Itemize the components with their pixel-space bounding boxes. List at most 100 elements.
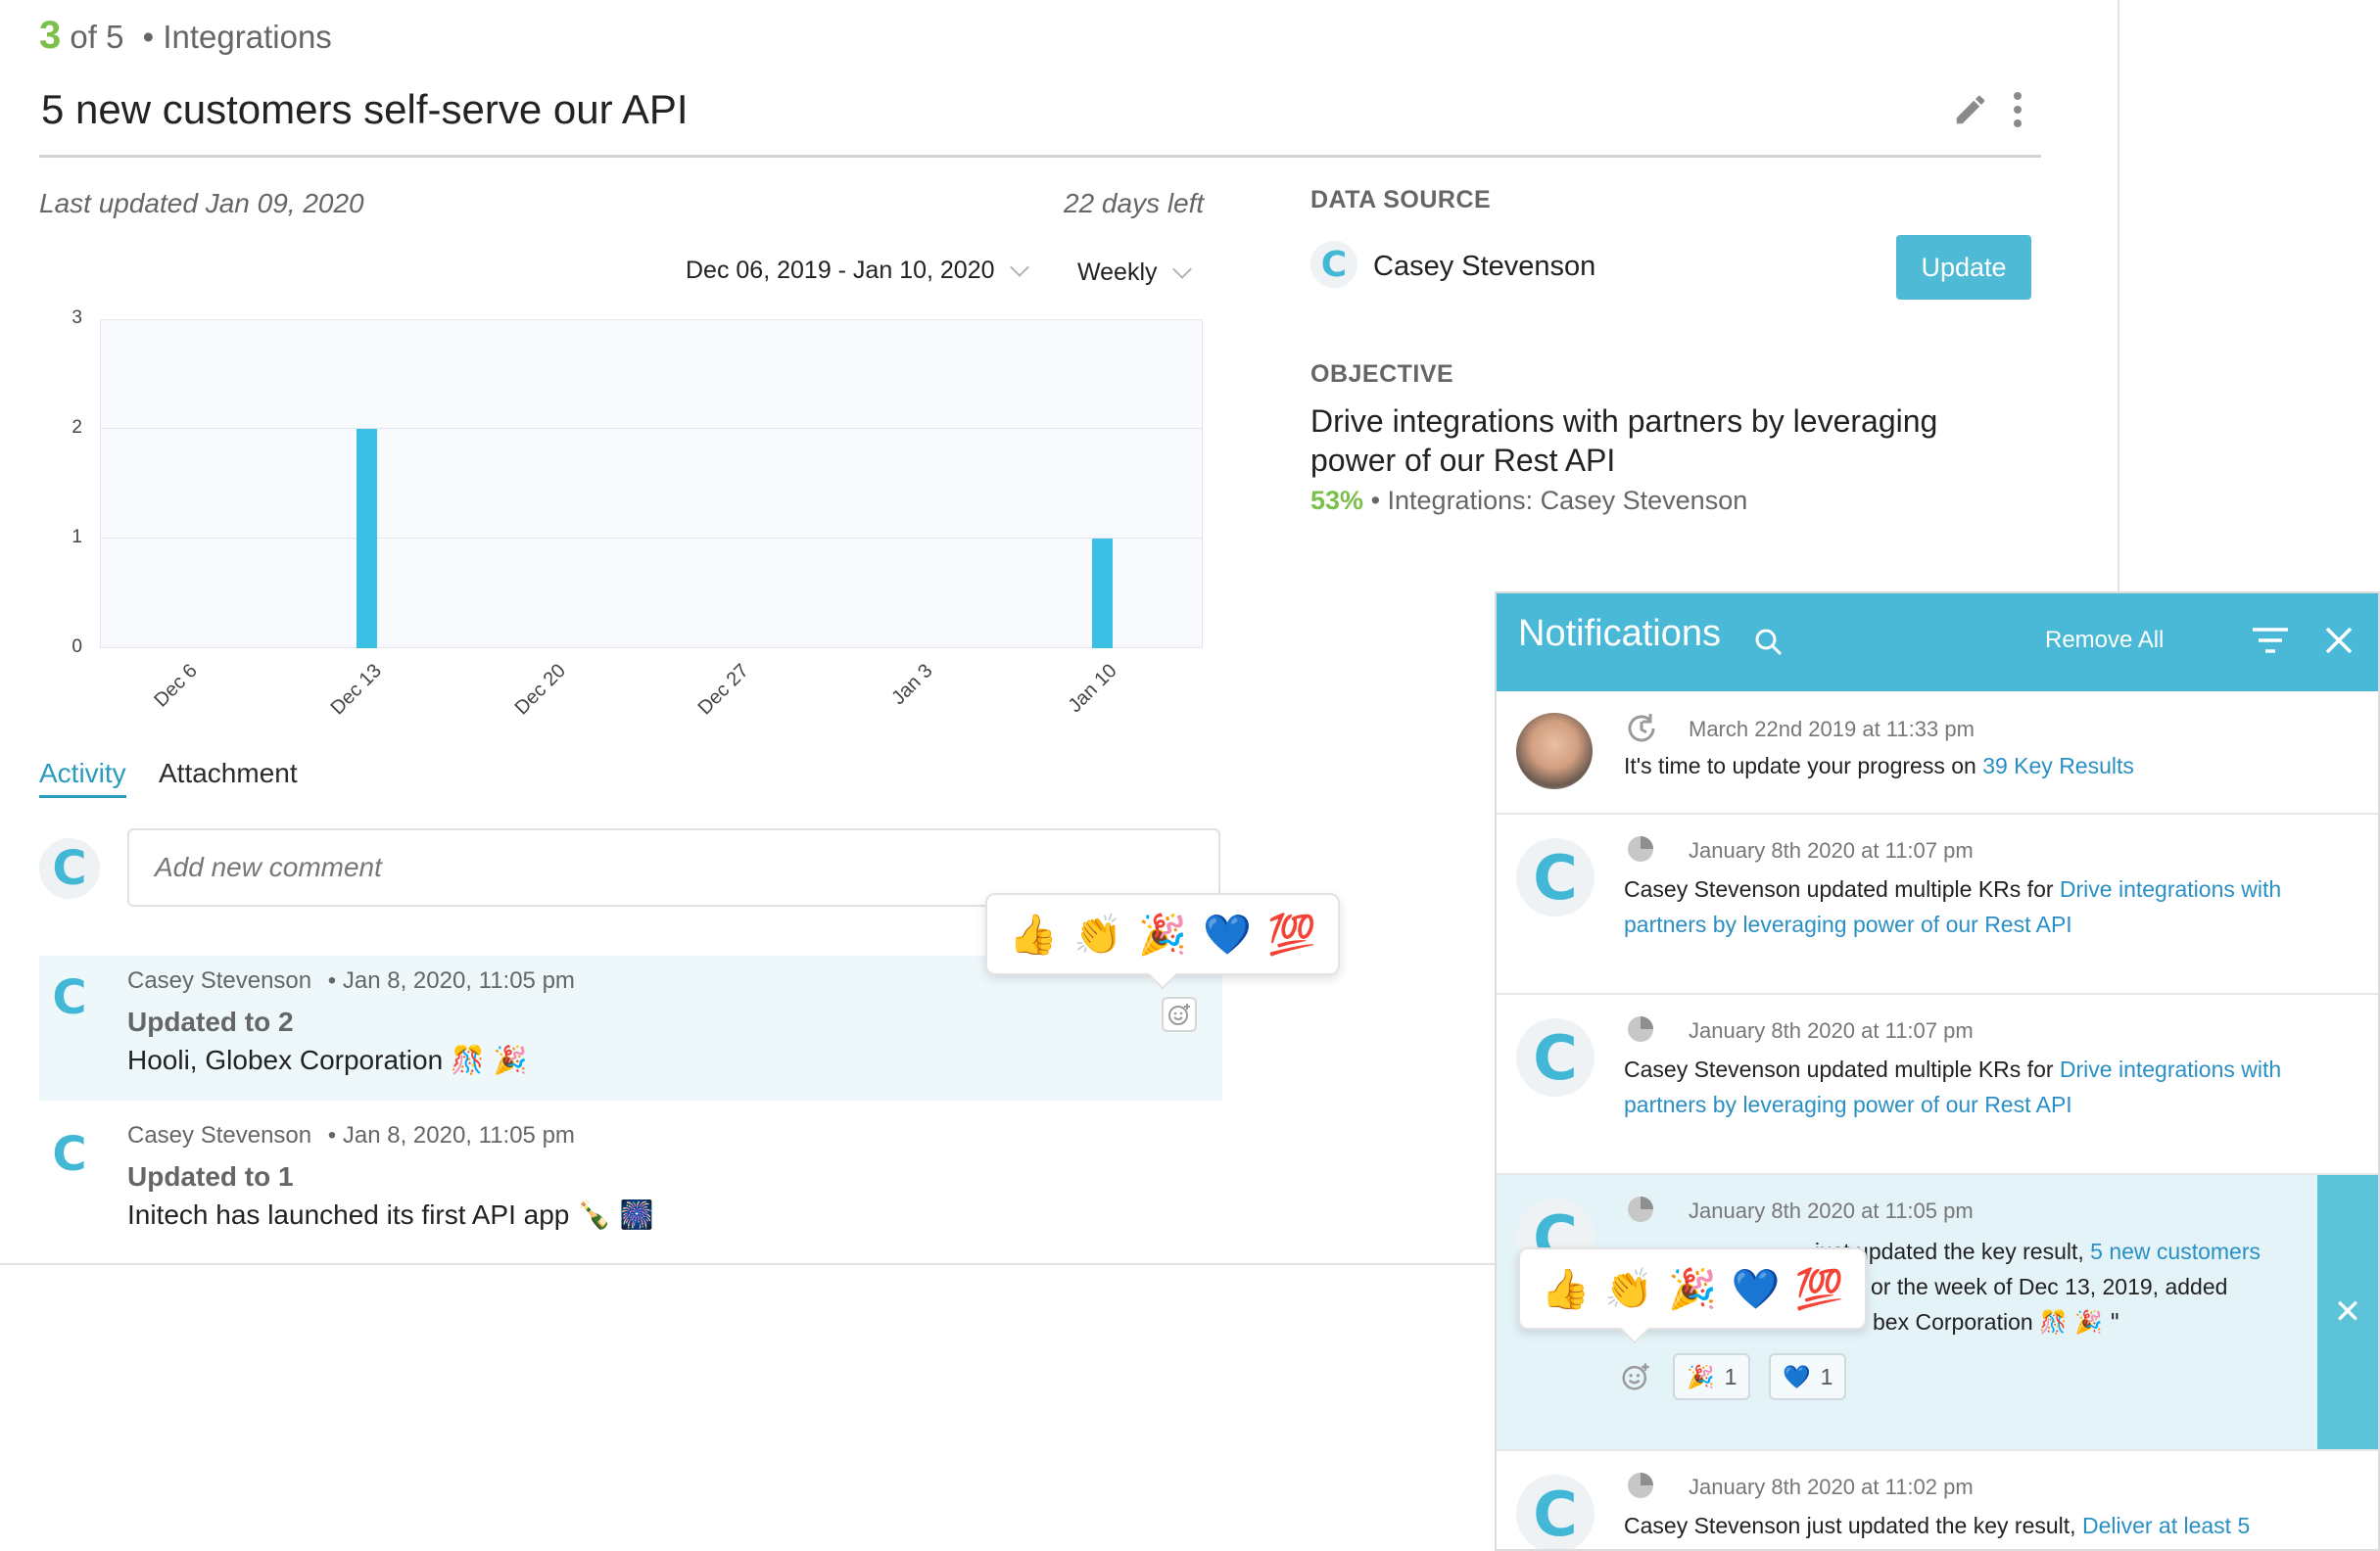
notification-item[interactable]: C January 8th 2020 at 11:02 pm Casey Ste… — [1497, 1451, 2378, 1549]
entry-author: Casey Stevenson — [127, 1122, 312, 1149]
gridline — [101, 428, 1202, 429]
notification-time: January 8th 2020 at 11:07 pm — [1689, 838, 1974, 863]
date-range-value: Dec 06, 2019 - Jan 10, 2020 — [686, 257, 995, 284]
notification-time: January 8th 2020 at 11:07 pm — [1689, 1018, 1974, 1043]
notifications-panel: Notifications Remove All March 22nd 2019… — [1495, 591, 2380, 1551]
notifications-header: Notifications Remove All — [1497, 593, 2378, 691]
avatar: C — [1516, 1475, 1595, 1549]
search-icon[interactable] — [1753, 627, 1785, 663]
remove-all-button[interactable]: Remove All — [2045, 627, 2164, 654]
interval-dropdown[interactable]: Weekly — [1077, 258, 1192, 287]
pencil-icon[interactable] — [1951, 88, 1990, 131]
pie-chart-icon — [1626, 1471, 1655, 1505]
thumbs-up-icon[interactable]: 👍 — [1009, 912, 1058, 958]
objective-percent: 53% — [1310, 486, 1364, 515]
notification-body: Casey Stevenson updated multiple KRs for — [1624, 876, 2060, 902]
notification-text: It's time to update your progress on 39 … — [1624, 748, 2309, 783]
avatar: C — [39, 838, 100, 899]
clap-icon[interactable]: 👏 — [1604, 1266, 1653, 1312]
chart-bar — [357, 429, 378, 648]
notification-link[interactable]: Deliver at least 5 — [2082, 1513, 2250, 1538]
reaction-chip[interactable]: 💙 1 — [1769, 1353, 1847, 1400]
y-tick-label: 1 — [71, 527, 82, 547]
notification-link[interactable]: 5 new customers — [2090, 1239, 2261, 1264]
blue-heart-icon: 💙 — [1783, 1364, 1811, 1390]
notification-time: March 22nd 2019 at 11:33 pm — [1689, 717, 1975, 741]
hundred-icon[interactable]: 💯 — [1795, 1266, 1844, 1312]
tab-activity[interactable]: Activity — [39, 758, 126, 798]
step-counter: 3 of 5 • Integrations — [39, 14, 332, 58]
entry-time: • Jan 8, 2020, 11:05 pm — [327, 1122, 575, 1149]
last-updated: Last updated Jan 09, 2020 — [39, 188, 364, 218]
step-current: 3 — [39, 14, 62, 57]
section-label: • Integrations — [142, 19, 332, 55]
avatar: C — [1516, 1018, 1595, 1097]
x-tick-label: Jan 3 — [887, 660, 937, 710]
avatar: C — [1516, 838, 1595, 916]
objective-text[interactable]: Drive integrations with partners by leve… — [1310, 401, 1976, 480]
party-popper-icon: 🎉 — [1687, 1364, 1715, 1390]
clap-icon[interactable]: 👏 — [1073, 912, 1122, 958]
add-reaction-icon[interactable] — [1162, 997, 1197, 1032]
data-source-label: DATA SOURCE — [1310, 186, 1492, 213]
avatar: C — [52, 970, 87, 1025]
notification-link[interactable]: 39 Key Results — [1982, 753, 2134, 778]
x-tick-label: Jan 10 — [1064, 660, 1121, 718]
notification-emojis: 🎊 🎉 " — [2039, 1310, 2120, 1336]
party-popper-icon[interactable]: 🎉 — [1668, 1266, 1717, 1312]
x-tick-label: Dec 20 — [510, 660, 570, 720]
gridline — [101, 538, 1202, 539]
objective-label: OBJECTIVE — [1310, 360, 1454, 388]
notification-body: Casey Stevenson just updated the key res… — [1624, 1513, 2082, 1538]
close-icon[interactable] — [2321, 623, 2356, 663]
notification-item[interactable]: C January 8th 2020 at 11:07 pm Casey Ste… — [1497, 815, 2378, 995]
blue-heart-icon[interactable]: 💙 — [1732, 1266, 1781, 1312]
filter-icon[interactable] — [2251, 625, 2290, 663]
entry-message: Hooli, Globex Corporation — [127, 1045, 444, 1075]
y-tick-label: 0 — [71, 636, 82, 657]
reaction-chip[interactable]: 🎉 1 — [1673, 1353, 1751, 1400]
notification-time: January 8th 2020 at 11:05 pm — [1689, 1198, 1974, 1223]
notification-body: It's time to update your progress on — [1624, 753, 1983, 778]
thumbs-up-icon[interactable]: 👍 — [1541, 1266, 1590, 1312]
notification-time: January 8th 2020 at 11:02 pm — [1689, 1475, 1974, 1499]
interval-value: Weekly — [1077, 258, 1158, 286]
activity-entry: Casey Stevenson • Jan 8, 2020, 11:05 pm … — [127, 1122, 654, 1231]
add-reaction-icon[interactable] — [1620, 1361, 1651, 1397]
data-source-owner: Casey Stevenson — [1373, 251, 1596, 282]
entry-update: Updated to 1 — [127, 1161, 294, 1192]
notification-text: Casey Stevenson just updated the key res… — [1624, 1508, 2309, 1543]
days-left: 22 days left — [1064, 188, 1205, 218]
step-of: of 5 — [70, 19, 124, 55]
x-tick-label: Dec 27 — [693, 660, 754, 720]
update-button[interactable]: Update — [1896, 235, 2031, 300]
entry-emojis: 🎊 🎉 — [450, 1044, 528, 1076]
entry-time: • Jan 8, 2020, 11:05 pm — [327, 967, 575, 994]
notifications-title: Notifications — [1518, 613, 1721, 654]
party-popper-icon[interactable]: 🎉 — [1138, 912, 1187, 958]
pie-chart-icon — [1626, 834, 1655, 869]
notification-item[interactable]: March 22nd 2019 at 11:33 pm It's time to… — [1497, 691, 2378, 815]
reaction-count: 1 — [1724, 1363, 1737, 1389]
notification-text: Casey Stevenson updated multiple KRs for… — [1624, 1052, 2309, 1122]
activity-entry: Casey Stevenson • Jan 8, 2020, 11:05 pm … — [127, 967, 575, 1076]
dismiss-notification-button[interactable]: ✕ — [2317, 1175, 2378, 1449]
date-range-dropdown[interactable]: Dec 06, 2019 - Jan 10, 2020 — [686, 257, 1029, 285]
entry-emojis: 🍾 🎆 — [577, 1198, 654, 1231]
notification-item[interactable]: C January 8th 2020 at 11:07 pm Casey Ste… — [1497, 995, 2378, 1175]
avatar: C — [52, 1127, 87, 1182]
reaction-count: 1 — [1820, 1363, 1833, 1389]
tab-attachment[interactable]: Attachment — [159, 758, 298, 789]
y-tick-label: 2 — [71, 417, 82, 438]
chevron-down-icon — [1171, 258, 1192, 279]
user-photo-avatar — [1516, 713, 1593, 789]
more-vertical-icon[interactable] — [2006, 88, 2029, 131]
page-title: 5 new customers self-serve our API — [41, 86, 689, 132]
avatar: C — [1310, 241, 1357, 288]
hundred-icon[interactable]: 💯 — [1267, 912, 1316, 958]
refresh-clock-icon — [1624, 711, 1659, 751]
entry-message: Initech has launched its first API app — [127, 1199, 570, 1230]
chevron-down-icon — [1009, 257, 1029, 277]
y-tick-label: 3 — [71, 307, 82, 328]
blue-heart-icon[interactable]: 💙 — [1203, 912, 1252, 958]
